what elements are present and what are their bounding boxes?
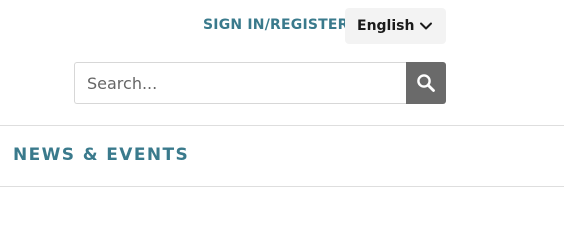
- news-events-link[interactable]: NEWS & EVENTS: [13, 145, 189, 165]
- search-button[interactable]: [406, 62, 446, 104]
- section-divider-top: [0, 125, 564, 126]
- search-input[interactable]: [74, 62, 406, 104]
- search-form: [74, 62, 446, 104]
- search-icon: [417, 74, 435, 92]
- chevron-down-icon: [420, 22, 432, 30]
- section-divider-bottom: [0, 186, 564, 187]
- top-bar: SIGN IN/REGISTER English: [0, 0, 564, 52]
- sign-in-register-link[interactable]: SIGN IN/REGISTER: [203, 17, 349, 33]
- language-select[interactable]: English: [345, 8, 446, 44]
- language-selected-label: English: [357, 18, 415, 34]
